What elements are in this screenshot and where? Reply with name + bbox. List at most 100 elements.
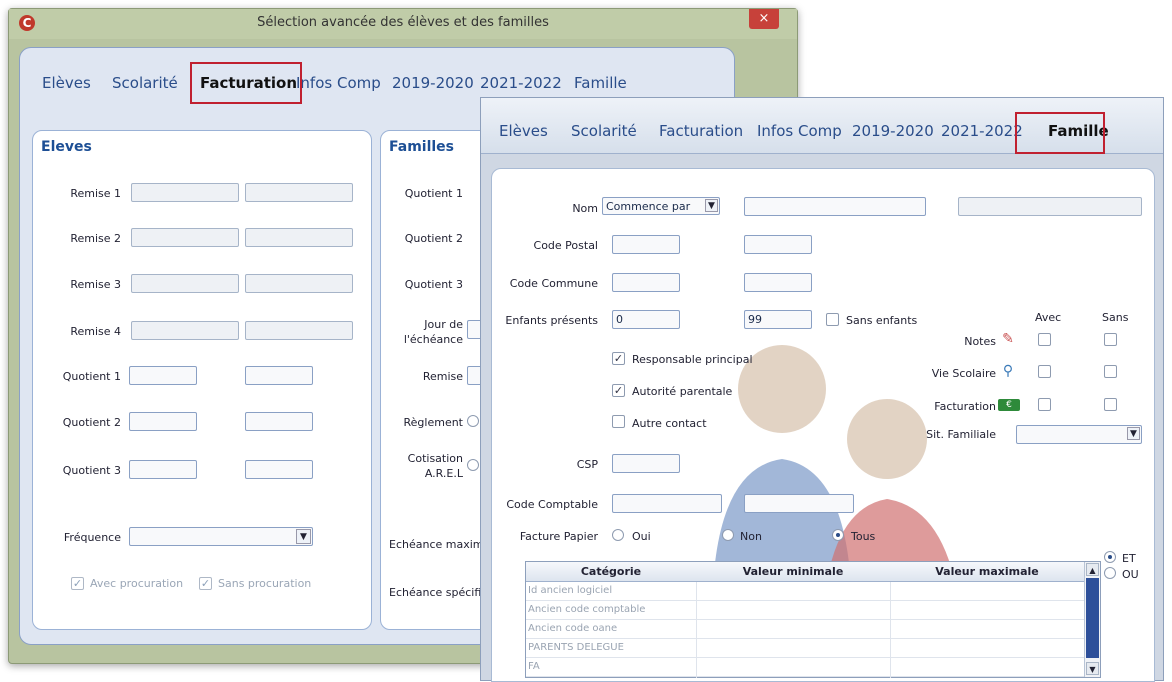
facturation-sans-checkbox[interactable] bbox=[1104, 398, 1117, 411]
responsable-principal-checkbox[interactable]: ✓ bbox=[612, 352, 625, 365]
prenom-field[interactable] bbox=[958, 197, 1142, 216]
tab-scolarite[interactable]: Scolarité bbox=[112, 74, 178, 92]
tab-2019-2020[interactable]: 2019-2020 bbox=[392, 74, 474, 92]
fam-remise-label: Remise bbox=[422, 370, 463, 383]
sans-procuration-checkbox[interactable]: ✓ bbox=[199, 577, 212, 590]
quotient3-max-field[interactable] bbox=[245, 460, 313, 479]
et-radio[interactable] bbox=[1104, 551, 1116, 563]
remise2-label: Remise 2 bbox=[70, 232, 121, 245]
fam-quotient3-label: Quotient 3 bbox=[404, 278, 463, 291]
table-row[interactable]: Id ancien logiciel bbox=[526, 582, 1084, 601]
table-row[interactable]: FA bbox=[526, 658, 1084, 677]
table-row[interactable]: Ancien code comptable bbox=[526, 601, 1084, 620]
vie-scolaire-sans-checkbox[interactable] bbox=[1104, 365, 1117, 378]
sans-enfants-checkbox[interactable] bbox=[826, 313, 839, 326]
sans-column-label: Sans bbox=[1102, 311, 1129, 324]
grid-scrollbar[interactable]: ▲ ▼ bbox=[1084, 562, 1100, 677]
remise3-max-field[interactable] bbox=[245, 274, 353, 293]
criteria-grid[interactable]: Catégorie Valeur minimale Valeur maximal… bbox=[525, 561, 1101, 678]
remise4-max-field[interactable] bbox=[245, 321, 353, 340]
remise2-min-field[interactable] bbox=[131, 228, 239, 247]
avec-procuration-checkbox[interactable]: ✓ bbox=[71, 577, 84, 590]
autorite-parentale-checkbox[interactable]: ✓ bbox=[612, 384, 625, 397]
window-title: Sélection avancée des élèves et des fami… bbox=[257, 15, 549, 30]
enfants-min-field[interactable]: 0 bbox=[612, 310, 680, 329]
autre-contact-checkbox[interactable] bbox=[612, 415, 625, 428]
quotient2-min-field[interactable] bbox=[129, 412, 197, 431]
scroll-up-icon[interactable]: ▲ bbox=[1086, 563, 1099, 576]
remise4-min-field[interactable] bbox=[131, 321, 239, 340]
code-commune-max-field[interactable] bbox=[744, 273, 812, 292]
remise3-min-field[interactable] bbox=[131, 274, 239, 293]
fam-quotient2-label: Quotient 2 bbox=[404, 232, 463, 245]
tab-infos-comp[interactable]: Infos Comp bbox=[296, 74, 381, 92]
window-front: Elèves Scolarité Facturation Infos Comp … bbox=[480, 97, 1164, 682]
remise2-max-field[interactable] bbox=[245, 228, 353, 247]
scroll-down-icon[interactable]: ▼ bbox=[1086, 662, 1099, 675]
cotisation-label: Cotisation A.R.E.L bbox=[383, 451, 463, 481]
ou-radio[interactable] bbox=[1104, 567, 1116, 579]
quotient1-min-field[interactable] bbox=[129, 366, 197, 385]
code-commune-min-field[interactable] bbox=[612, 273, 680, 292]
autre-contact-label: Autre contact bbox=[632, 417, 707, 430]
table-row[interactable]: Ancien code oane bbox=[526, 620, 1084, 639]
avec-column-label: Avec bbox=[1035, 311, 1062, 324]
facture-oui-radio[interactable] bbox=[612, 529, 624, 541]
quotient2-max-field[interactable] bbox=[245, 412, 313, 431]
table-row[interactable]: PARENTS DELEGUE bbox=[526, 639, 1084, 658]
code-postal-min-field[interactable] bbox=[612, 235, 680, 254]
grid-cell-categorie: FA bbox=[528, 661, 540, 672]
vie-scolaire-label: Vie Scolaire bbox=[931, 367, 996, 380]
remise1-max-field[interactable] bbox=[245, 183, 353, 202]
tab-eleves[interactable]: Elèves bbox=[42, 74, 91, 92]
jour-echeance-label-line2: l'échéance bbox=[403, 333, 463, 346]
sans-procuration-label: Sans procuration bbox=[218, 577, 312, 590]
jour-echeance-label: Jour de l'échéance bbox=[383, 317, 463, 347]
scroll-thumb[interactable] bbox=[1086, 578, 1099, 658]
tab-2021-2022[interactable]: 2021-2022 bbox=[480, 74, 562, 92]
remise4-label: Remise 4 bbox=[70, 325, 121, 338]
front-tab-infos-comp[interactable]: Infos Comp bbox=[757, 122, 842, 140]
facture-non-radio[interactable] bbox=[722, 529, 734, 541]
vie-scolaire-avec-checkbox[interactable] bbox=[1038, 365, 1051, 378]
csp-label: CSP bbox=[576, 458, 598, 471]
quotient3-label: Quotient 3 bbox=[62, 464, 121, 477]
quotient3-min-field[interactable] bbox=[129, 460, 197, 479]
code-comptable-min-field[interactable] bbox=[612, 494, 722, 513]
title-bar: C Sélection avancée des élèves et des fa… bbox=[9, 9, 797, 39]
chevron-down-icon: ▼ bbox=[296, 529, 311, 544]
close-button[interactable]: × bbox=[749, 9, 779, 29]
ou-label: OU bbox=[1122, 568, 1139, 581]
notes-avec-checkbox[interactable] bbox=[1038, 333, 1051, 346]
quotient1-max-field[interactable] bbox=[245, 366, 313, 385]
front-tab-scolarite[interactable]: Scolarité bbox=[571, 122, 637, 140]
front-tab-eleves[interactable]: Elèves bbox=[499, 122, 548, 140]
grid-header: Catégorie Valeur minimale Valeur maximal… bbox=[526, 562, 1084, 582]
sit-familiale-label: Sit. Familiale bbox=[926, 428, 996, 441]
code-postal-label: Code Postal bbox=[533, 239, 598, 252]
code-comptable-max-field[interactable] bbox=[744, 494, 854, 513]
cotisation-radio[interactable] bbox=[467, 459, 479, 471]
enfants-max-field[interactable]: 99 bbox=[744, 310, 812, 329]
code-postal-max-field[interactable] bbox=[744, 235, 812, 254]
nom-mode-select[interactable]: Commence par ▼ bbox=[602, 197, 720, 215]
frequence-select[interactable]: ▼ bbox=[129, 527, 313, 546]
front-tab-2019-2020[interactable]: 2019-2020 bbox=[852, 122, 934, 140]
notes-sans-checkbox[interactable] bbox=[1104, 333, 1117, 346]
reglement-radio[interactable] bbox=[467, 415, 479, 427]
avec-procuration-label: Avec procuration bbox=[90, 577, 184, 590]
front-tab-2021-2022[interactable]: 2021-2022 bbox=[941, 122, 1023, 140]
remise1-min-field[interactable] bbox=[131, 183, 239, 202]
tab-famille[interactable]: Famille bbox=[574, 74, 627, 92]
facture-tous-radio[interactable] bbox=[832, 529, 844, 541]
facture-non-label: Non bbox=[740, 530, 762, 543]
sit-familiale-select[interactable]: ▼ bbox=[1016, 425, 1142, 444]
reglement-label: Règlement bbox=[403, 416, 464, 429]
nom-field[interactable] bbox=[744, 197, 926, 216]
grid-cell-categorie: Ancien code comptable bbox=[528, 604, 646, 615]
csp-field[interactable] bbox=[612, 454, 680, 473]
front-tab-facturation[interactable]: Facturation bbox=[659, 122, 743, 140]
facturation-avec-checkbox[interactable] bbox=[1038, 398, 1051, 411]
remise1-label: Remise 1 bbox=[70, 187, 121, 200]
jour-echeance-label-line1: Jour de bbox=[424, 318, 463, 331]
